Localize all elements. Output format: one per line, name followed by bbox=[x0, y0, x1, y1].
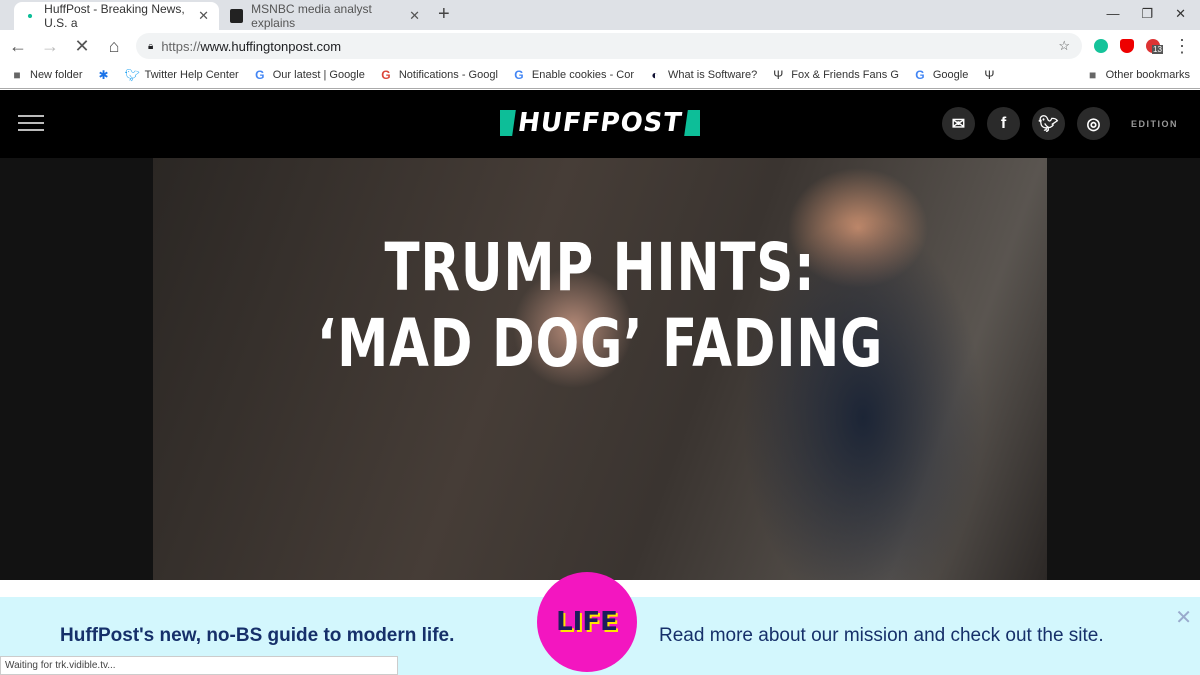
extension-badge: 13 bbox=[1152, 45, 1163, 54]
software-icon: ◐ bbox=[651, 68, 659, 82]
bookmark-label: Twitter Help Center bbox=[144, 69, 239, 81]
lock-icon: 🔒︎ bbox=[148, 40, 154, 52]
folder-icon: ■ bbox=[13, 68, 21, 82]
url-host: www.huffingtonpost.com bbox=[200, 38, 342, 54]
bookmark-item[interactable]: Ψ Fox & Friends Fans G bbox=[771, 68, 899, 82]
status-bar: Waiting for trk.vidible.tv... bbox=[0, 656, 398, 675]
bookmark-item[interactable]: Ψ bbox=[982, 68, 996, 82]
headline-line: TRUMP HINTS: bbox=[384, 229, 816, 306]
logo-text: HUFFPOST bbox=[512, 108, 688, 138]
huffpost-favicon-icon bbox=[24, 9, 37, 23]
back-icon[interactable]: ← bbox=[8, 36, 28, 57]
instagram-icon[interactable]: ◎ bbox=[1077, 107, 1110, 140]
stop-icon[interactable]: ✕ bbox=[72, 36, 92, 57]
bookmark-item[interactable]: ■ New folder bbox=[10, 68, 83, 82]
hero-headline[interactable]: TRUMP HINTS: ‘MAD DOG’ FADING bbox=[251, 230, 948, 382]
tab-strip: HuffPost - Breaking News, U.S. a ✕ MSNBC … bbox=[0, 0, 1200, 30]
google-icon: G bbox=[514, 68, 524, 82]
home-icon[interactable]: ⌂ bbox=[104, 36, 124, 57]
bookmark-label: Our latest | Google bbox=[272, 69, 365, 81]
twitter-icon: 🐦︎ bbox=[124, 68, 140, 82]
bookmark-item[interactable]: G Notifications - Googl bbox=[379, 68, 498, 82]
bookmark-label: Enable cookies - Cor bbox=[531, 69, 635, 81]
url-scheme: https:// bbox=[161, 38, 201, 54]
bookmark-label: Fox & Friends Fans G bbox=[791, 69, 899, 81]
new-tab-button[interactable]: + bbox=[438, 3, 450, 26]
browser-toolbar: ← → ✕ ⌂ 🔒︎ https://www.huffingtonpost.co… bbox=[0, 30, 1200, 62]
bookmark-label: Notifications - Googl bbox=[398, 69, 498, 81]
rs-favicon-icon bbox=[230, 9, 244, 23]
banner-left-text: HuffPost's new, no-BS guide to modern li… bbox=[60, 625, 455, 646]
bookmark-label: Other bookmarks bbox=[1105, 69, 1190, 81]
life-badge[interactable]: LIFE bbox=[537, 572, 637, 672]
close-banner-icon[interactable]: ✕ bbox=[1175, 605, 1192, 630]
bookmark-item[interactable]: G Google bbox=[913, 68, 968, 82]
tab-title: MSNBC media analyst explains bbox=[251, 2, 372, 30]
forward-icon[interactable]: → bbox=[40, 36, 60, 57]
tab-msnbc[interactable]: MSNBC media analyst explains ✕ bbox=[220, 2, 430, 30]
fox-fans-icon: Ψ bbox=[984, 68, 995, 82]
facebook-icon[interactable]: f bbox=[987, 107, 1020, 140]
email-icon[interactable]: ✉ bbox=[942, 107, 975, 140]
tab-title: HuffPost - Breaking News, U.S. a bbox=[44, 2, 185, 30]
extension-badge-icon[interactable]: 13 bbox=[1146, 39, 1163, 54]
shield-extension-icon[interactable] bbox=[1120, 39, 1134, 53]
close-tab-icon[interactable]: ✕ bbox=[409, 8, 420, 24]
google-icon: G bbox=[915, 68, 925, 82]
close-tab-icon[interactable]: ✕ bbox=[198, 8, 209, 24]
bookmark-item[interactable]: ✱ bbox=[97, 68, 111, 82]
gear-icon: ✱ bbox=[98, 68, 109, 82]
google-plus-icon: G bbox=[381, 68, 391, 82]
bookmark-label: What is Software? bbox=[668, 69, 758, 81]
bookmark-item[interactable]: ◐ What is Software? bbox=[648, 68, 757, 82]
menu-icon[interactable]: ⋮ bbox=[1172, 36, 1192, 57]
minimize-icon[interactable]: — bbox=[1106, 6, 1119, 22]
huffpost-logo[interactable]: HUFFPOST bbox=[500, 108, 700, 138]
headline-line: ‘MAD DOG’ FADING bbox=[316, 305, 884, 382]
bookmark-label: New folder bbox=[30, 69, 83, 81]
hamburger-menu-icon[interactable] bbox=[18, 115, 44, 136]
bookmark-item[interactable]: 🐦︎ Twitter Help Center bbox=[125, 68, 239, 82]
twitter-icon[interactable]: 🐦︎ bbox=[1032, 107, 1065, 140]
address-bar[interactable]: 🔒︎ https://www.huffingtonpost.com ☆ bbox=[136, 33, 1082, 59]
google-icon: G bbox=[255, 68, 265, 82]
bookmark-label: Google bbox=[932, 69, 969, 81]
bookmark-item[interactable]: G Enable cookies - Cor bbox=[512, 68, 634, 82]
tab-huffpost[interactable]: HuffPost - Breaking News, U.S. a ✕ bbox=[14, 2, 219, 30]
restore-icon[interactable]: ❐ bbox=[1141, 6, 1153, 22]
bookmark-star-icon[interactable]: ☆ bbox=[1058, 38, 1070, 54]
banner-right-link[interactable]: Read more about our mission and check ou… bbox=[659, 625, 1104, 647]
bookmark-item[interactable]: G Our latest | Google bbox=[253, 68, 365, 82]
fox-fans-icon: Ψ bbox=[773, 68, 784, 82]
edition-button[interactable]: EDITION bbox=[1131, 119, 1178, 129]
other-bookmarks[interactable]: ■ Other bookmarks bbox=[1086, 68, 1190, 82]
bookmarks-bar: ■ New folder ✱ 🐦︎ Twitter Help Center G Our… bbox=[0, 62, 1200, 89]
folder-icon: ■ bbox=[1089, 68, 1097, 82]
grammarly-icon[interactable] bbox=[1094, 39, 1108, 53]
site-header: HUFFPOST ✉ f 🐦︎ ◎ EDITION bbox=[0, 90, 1200, 158]
close-window-icon[interactable]: ✕ bbox=[1175, 6, 1186, 22]
